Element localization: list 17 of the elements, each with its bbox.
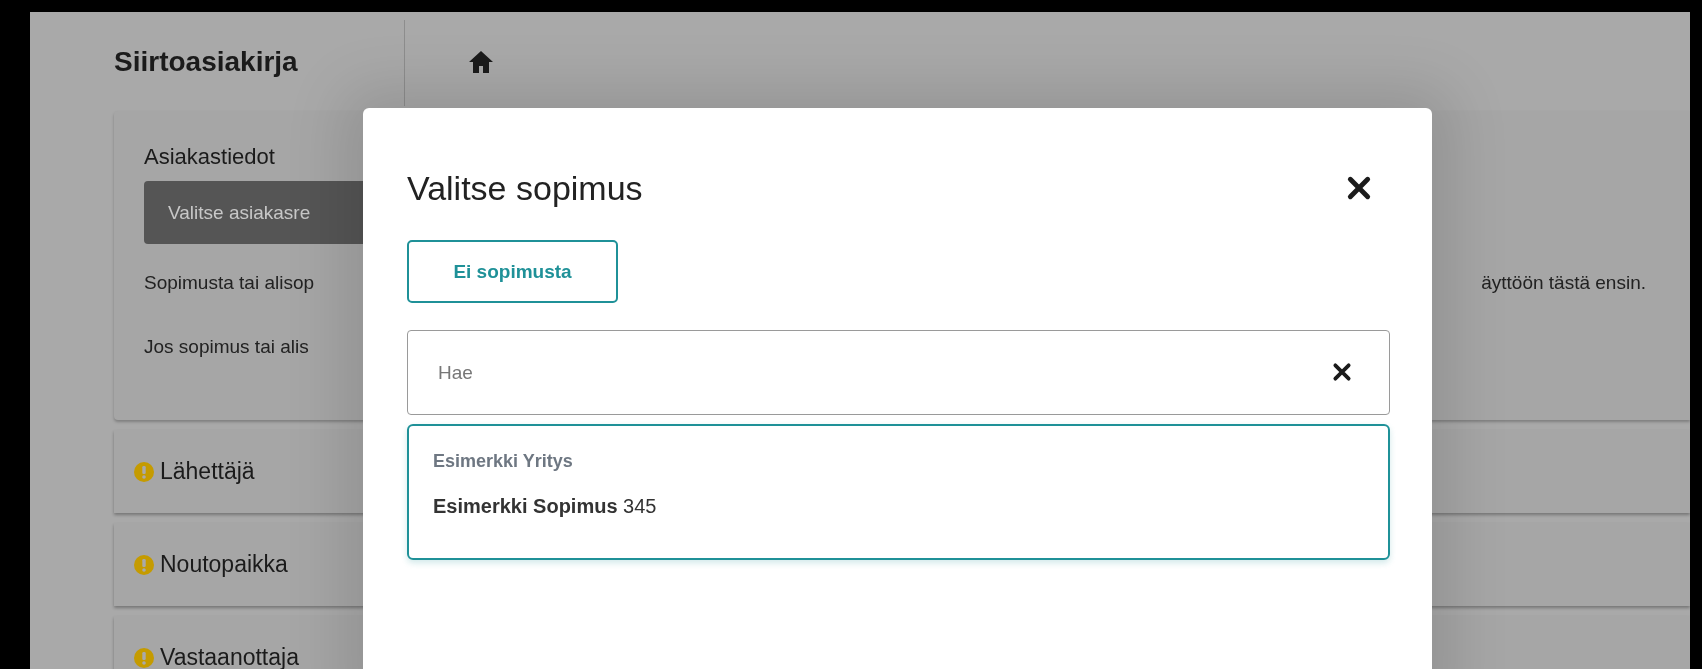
home-icon[interactable] bbox=[468, 49, 494, 74]
search-field[interactable]: Hae bbox=[407, 330, 1390, 415]
info-text: Jos sopimus tai alis bbox=[144, 335, 309, 359]
section-label: Lähettäjä bbox=[160, 458, 255, 485]
info-text: Sopimusta tai alisop bbox=[144, 271, 315, 295]
clear-button[interactable] bbox=[1332, 362, 1352, 382]
contract-option[interactable]: Esimerkki Sopimus 345 bbox=[433, 482, 1364, 530]
card-title: Asiakastiedot bbox=[144, 143, 276, 171]
info-text: äyttöön tästä ensin. bbox=[1481, 271, 1646, 295]
page-title: Siirtoasiakirja bbox=[114, 45, 299, 78]
clear-icon bbox=[1332, 362, 1352, 382]
section-label: Vastaanottaja bbox=[160, 644, 299, 669]
no-contract-button[interactable]: Ei sopimusta bbox=[407, 240, 618, 303]
section-label: Noutopaikka bbox=[160, 551, 288, 578]
close-icon bbox=[1346, 175, 1372, 201]
group-label: Esimerkki Yritys bbox=[433, 450, 574, 473]
close-button[interactable] bbox=[1346, 175, 1372, 201]
